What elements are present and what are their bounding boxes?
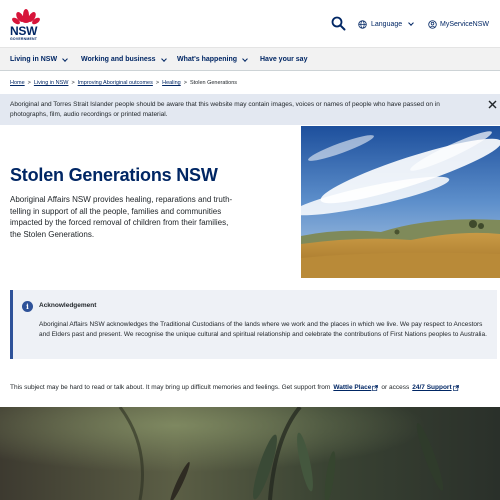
breadcrumb-link-living-in-nsw[interactable]: Living in NSW	[34, 80, 69, 86]
breadcrumb-current: Stolen Generations	[189, 80, 238, 86]
breadcrumb-separator: >	[155, 80, 160, 86]
nav-item-label: Working and business	[81, 56, 156, 63]
leaves-illustration	[0, 407, 500, 500]
hero-description: Aboriginal Affairs NSW provides healing,…	[10, 195, 233, 239]
landscape-illustration	[301, 126, 500, 278]
hero-landscape-image	[301, 126, 500, 278]
chevron-down-icon	[408, 20, 414, 26]
external-link-icon	[372, 384, 379, 391]
breadcrumb-link-healing[interactable]: Healing	[162, 80, 181, 86]
info-icon: i	[22, 301, 33, 312]
page-title: Stolen Generations NSW	[10, 165, 218, 185]
nav-item-living-in-nsw[interactable]: Living in NSW	[10, 48, 68, 71]
eucalyptus-leaves-image	[0, 407, 500, 500]
external-link-icon	[452, 384, 459, 391]
chevron-down-icon	[242, 55, 248, 62]
nav-item-working-and-business[interactable]: Working and business	[81, 48, 167, 71]
nav-item-whats-happening[interactable]: What's happening	[177, 48, 248, 71]
chevron-down-icon	[160, 55, 167, 62]
language-selector[interactable]: Language	[358, 17, 414, 31]
search-icon[interactable]	[331, 16, 346, 31]
site-header: NSW GOVERNMENT Language MyServiceNSW	[0, 0, 500, 47]
breadcrumb-link-home[interactable]: Home	[10, 80, 25, 86]
myservicensw-link[interactable]: MyServiceNSW	[428, 17, 489, 31]
close-icon[interactable]	[487, 99, 498, 110]
breadcrumb-link-improving-aboriginal-outcomes[interactable]: Improving Aboriginal outcomes	[78, 80, 153, 86]
language-label: Language	[371, 20, 403, 28]
breadcrumb-separator: >	[183, 80, 187, 86]
account-label: MyServiceNSW	[440, 20, 490, 28]
cultural-warning-notice: Aboriginal and Torres Strait Islander pe…	[0, 94, 500, 125]
support-247-link[interactable]: 24/7 Support	[412, 384, 451, 391]
breadcrumb-separator: >	[71, 80, 75, 86]
acknowledgement-callout: i Acknowledgement Aboriginal Affairs NSW…	[10, 290, 497, 359]
user-icon	[428, 19, 437, 29]
nav-item-label: Living in NSW	[10, 56, 58, 63]
support-middle: or access	[381, 384, 410, 391]
logo-subtext: GOVERNMENT	[10, 37, 38, 41]
chevron-down-icon	[62, 55, 68, 62]
support-prefix: This subject may be hard to read or talk…	[10, 384, 331, 391]
support-message: This subject may be hard to read or talk…	[10, 384, 462, 391]
notice-text: Aboriginal and Torres Strait Islander pe…	[10, 101, 440, 118]
nav-item-label: Have your say	[260, 56, 308, 63]
breadcrumb-separator: >	[27, 80, 31, 86]
nav-item-label: What's happening	[177, 56, 237, 63]
breadcrumb: Home > Living in NSW > Improving Aborigi…	[10, 78, 237, 88]
nav-item-have-your-say[interactable]: Have your say	[260, 48, 307, 71]
acknowledgement-text: Aboriginal Affairs NSW acknowledges the …	[39, 321, 487, 338]
globe-icon	[358, 19, 367, 29]
main-navigation: Living in NSW Working and business What'…	[0, 47, 500, 71]
logo-wordmark: NSW	[10, 24, 38, 38]
wattle-place-link[interactable]: Wattle Place	[333, 384, 371, 391]
acknowledgement-title: Acknowledgement	[39, 302, 97, 309]
